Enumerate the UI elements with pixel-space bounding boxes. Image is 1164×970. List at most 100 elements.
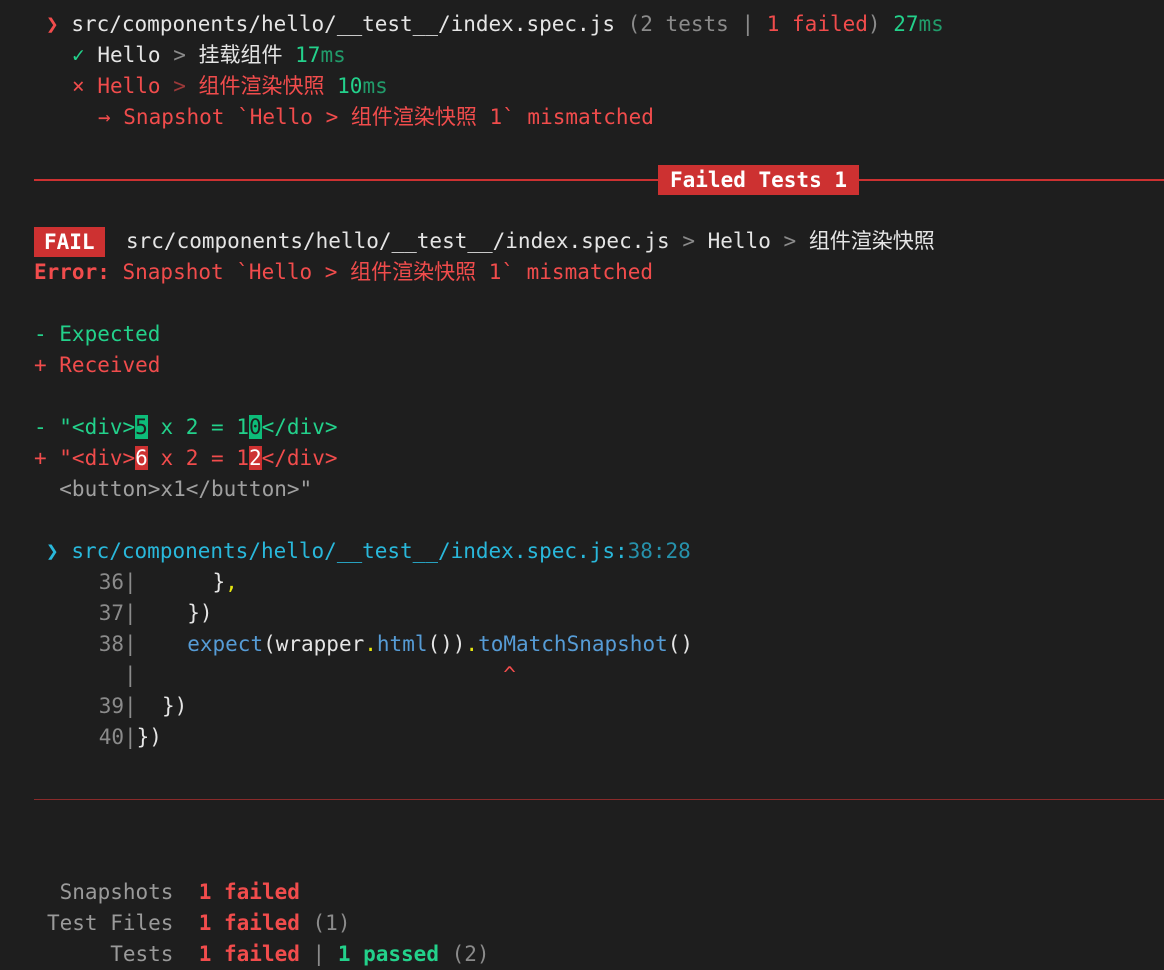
stat-row: Test Files 1 failed (1) (47, 908, 350, 939)
fail-badge: FAIL (34, 227, 105, 257)
diff-highlight: 6 (135, 446, 148, 470)
legend-expected: - Expected (34, 322, 161, 346)
code-token: (wrapper (263, 632, 365, 656)
line-number: 39 (98, 694, 124, 718)
code-token: expect (187, 632, 264, 656)
chevron-icon: > (173, 74, 186, 98)
diff-line-common: <button>x1</button>" (34, 477, 313, 501)
diff-suffix: </div> (261, 446, 338, 470)
diff-highlight: 2 (248, 446, 262, 470)
code-token: ^ (136, 663, 516, 687)
stat-label: Snapshots (47, 880, 174, 904)
gutter-bar: | (124, 632, 137, 656)
error-text: Snapshot `Hello > 组件渲染快照 1` mismatched (109, 260, 654, 284)
test-result-passed: ✓ Hello > 挂载组件 17ms (72, 40, 346, 71)
divider (34, 799, 1164, 800)
line-number: 38 (98, 632, 124, 656)
separator: | (741, 12, 755, 36)
error-label: Error: (34, 260, 110, 284)
line-number: 40 (98, 725, 124, 749)
gutter-bar: | (124, 694, 137, 718)
line-number: 37 (98, 601, 124, 625)
suite-name: Hello (97, 74, 161, 98)
code-token: . (364, 632, 377, 656)
code-line: 39| }) (74, 691, 188, 722)
source-location: ❯ src/components/hello/__test__/index.sp… (46, 536, 691, 567)
diff-line-expected: - "<div>5 x 2 = 10</div> (34, 412, 337, 443)
stat-detail: 1 passed (337, 942, 439, 966)
code-line: 37| }) (74, 598, 213, 629)
test-duration: 17 (295, 43, 321, 67)
line-number: 36 (98, 570, 124, 594)
test-file-summary: ❯ src/components/hello/__test__/index.sp… (46, 9, 944, 40)
fail-location: src/components/hello/__test__/index.spec… (126, 226, 935, 257)
gutter-bar: | (124, 601, 137, 625)
stat-failed: 1 failed (198, 911, 300, 935)
chevron-icon: > (783, 229, 797, 253)
code-line: | ^ (74, 660, 516, 691)
code-line: 38| expect(wrapper.html()).toMatchSnapsh… (74, 629, 693, 660)
code-token: } (136, 570, 226, 594)
fail-suite: Hello (707, 229, 771, 253)
stat-detail: | (299, 942, 338, 966)
diff-line-received: + "<div>6 x 2 = 12</div> (34, 443, 337, 474)
failed-tests-banner: Failed Tests 1 (658, 165, 860, 195)
gutter-bar: | (124, 570, 137, 594)
code-token: toMatchSnapshot (478, 632, 668, 656)
diff-prefix: - "<div> (34, 415, 136, 439)
paren-close: ) (867, 12, 881, 36)
failed-count: 1 failed (766, 12, 868, 36)
diff-mid: x 2 = 1 (147, 446, 249, 470)
code-token: , (225, 570, 238, 594)
code-token: }) (136, 725, 162, 749)
stat-label: Tests (47, 942, 174, 966)
test-count: (2 tests (627, 12, 729, 36)
stat-failed: 1 failed (198, 942, 300, 966)
code-token: . (465, 632, 479, 656)
test-name: 挂载组件 (198, 43, 283, 67)
source-position: 38:28 (627, 539, 691, 563)
cross-icon: × (72, 74, 85, 98)
duration-unit: ms (918, 12, 944, 36)
gutter-bar: | (124, 663, 137, 687)
test-duration-unit: ms (362, 74, 388, 98)
stat-row: Tests 1 failed | 1 passed (2) (47, 939, 490, 970)
suite-name: Hello (97, 43, 161, 67)
error-message: Error: Snapshot `Hello > 组件渲染快照 1` misma… (34, 257, 653, 288)
check-icon: ✓ (72, 43, 85, 67)
code-token: () (667, 632, 694, 656)
stat-row: Snapshots 1 failed (47, 877, 300, 908)
chevron-right-icon: ❯ (46, 539, 59, 563)
code-token: html (376, 632, 428, 656)
test-result-failed: × Hello > 组件渲染快照 10ms (72, 71, 388, 102)
diff-mid: x 2 = 1 (147, 415, 249, 439)
test-name: 组件渲染快照 (198, 74, 325, 98)
stat-detail: (2) (438, 942, 490, 966)
test-file-path[interactable]: src/components/hello/__test__/index.spec… (71, 12, 615, 36)
duration-value: 27 (893, 12, 919, 36)
code-token: }) (136, 694, 188, 718)
fail-file-path[interactable]: src/components/hello/__test__/index.spec… (126, 229, 670, 253)
stat-label: Test Files (47, 911, 174, 935)
source-link[interactable]: src/components/hello/__test__/index.spec… (71, 539, 627, 563)
fail-test-name: 组件渲染快照 (808, 229, 935, 253)
legend-received: + Received (34, 353, 161, 377)
chevron-icon: > (682, 229, 695, 253)
diff-highlight: 5 (135, 415, 148, 439)
diff-prefix: + "<div> (34, 446, 136, 470)
code-line: 36| }, (74, 567, 238, 598)
chevron-right-icon: ❯ (46, 12, 59, 36)
stat-detail: (1) (299, 911, 351, 935)
test-duration: 10 (337, 74, 363, 98)
failure-note: → Snapshot `Hello > 组件渲染快照 1` mismatched (98, 105, 654, 129)
gutter-bar: | (124, 725, 137, 749)
divider (34, 179, 1164, 181)
code-token: }) (136, 601, 213, 625)
code-line: 40|}) (74, 722, 162, 753)
diff-suffix: </div> (261, 415, 338, 439)
code-token: ()) (427, 632, 466, 656)
stat-failed: 1 failed (198, 880, 300, 904)
test-duration-unit: ms (320, 43, 346, 67)
diff-highlight: 0 (248, 415, 262, 439)
